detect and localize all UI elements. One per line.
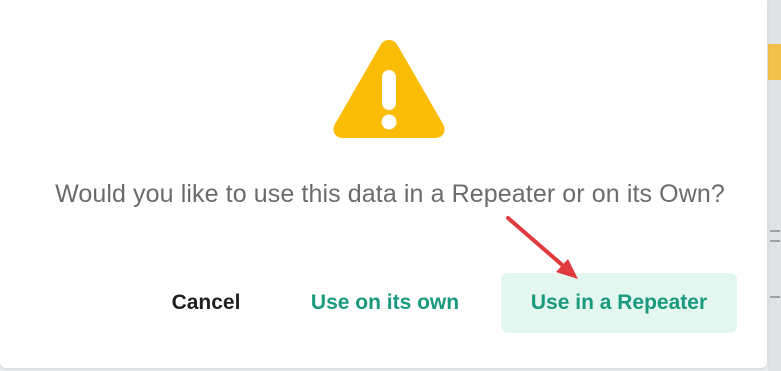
use-in-repeater-button[interactable]: Use in a Repeater [501, 273, 737, 333]
dialog-message: Would you like to use this data in a Rep… [55, 180, 725, 208]
warning-icon [333, 40, 445, 138]
background-text-fragment [770, 296, 780, 298]
cancel-button[interactable]: Cancel [150, 273, 262, 333]
confirm-dialog: Would you like to use this data in a Rep… [0, 0, 767, 368]
background-text-fragment [770, 240, 780, 242]
background-text-fragment [770, 230, 780, 232]
exclamation-bar [382, 70, 396, 110]
background-accent-bar [768, 44, 781, 80]
use-on-its-own-button[interactable]: Use on its own [292, 273, 478, 333]
exclamation-dot [381, 114, 397, 130]
